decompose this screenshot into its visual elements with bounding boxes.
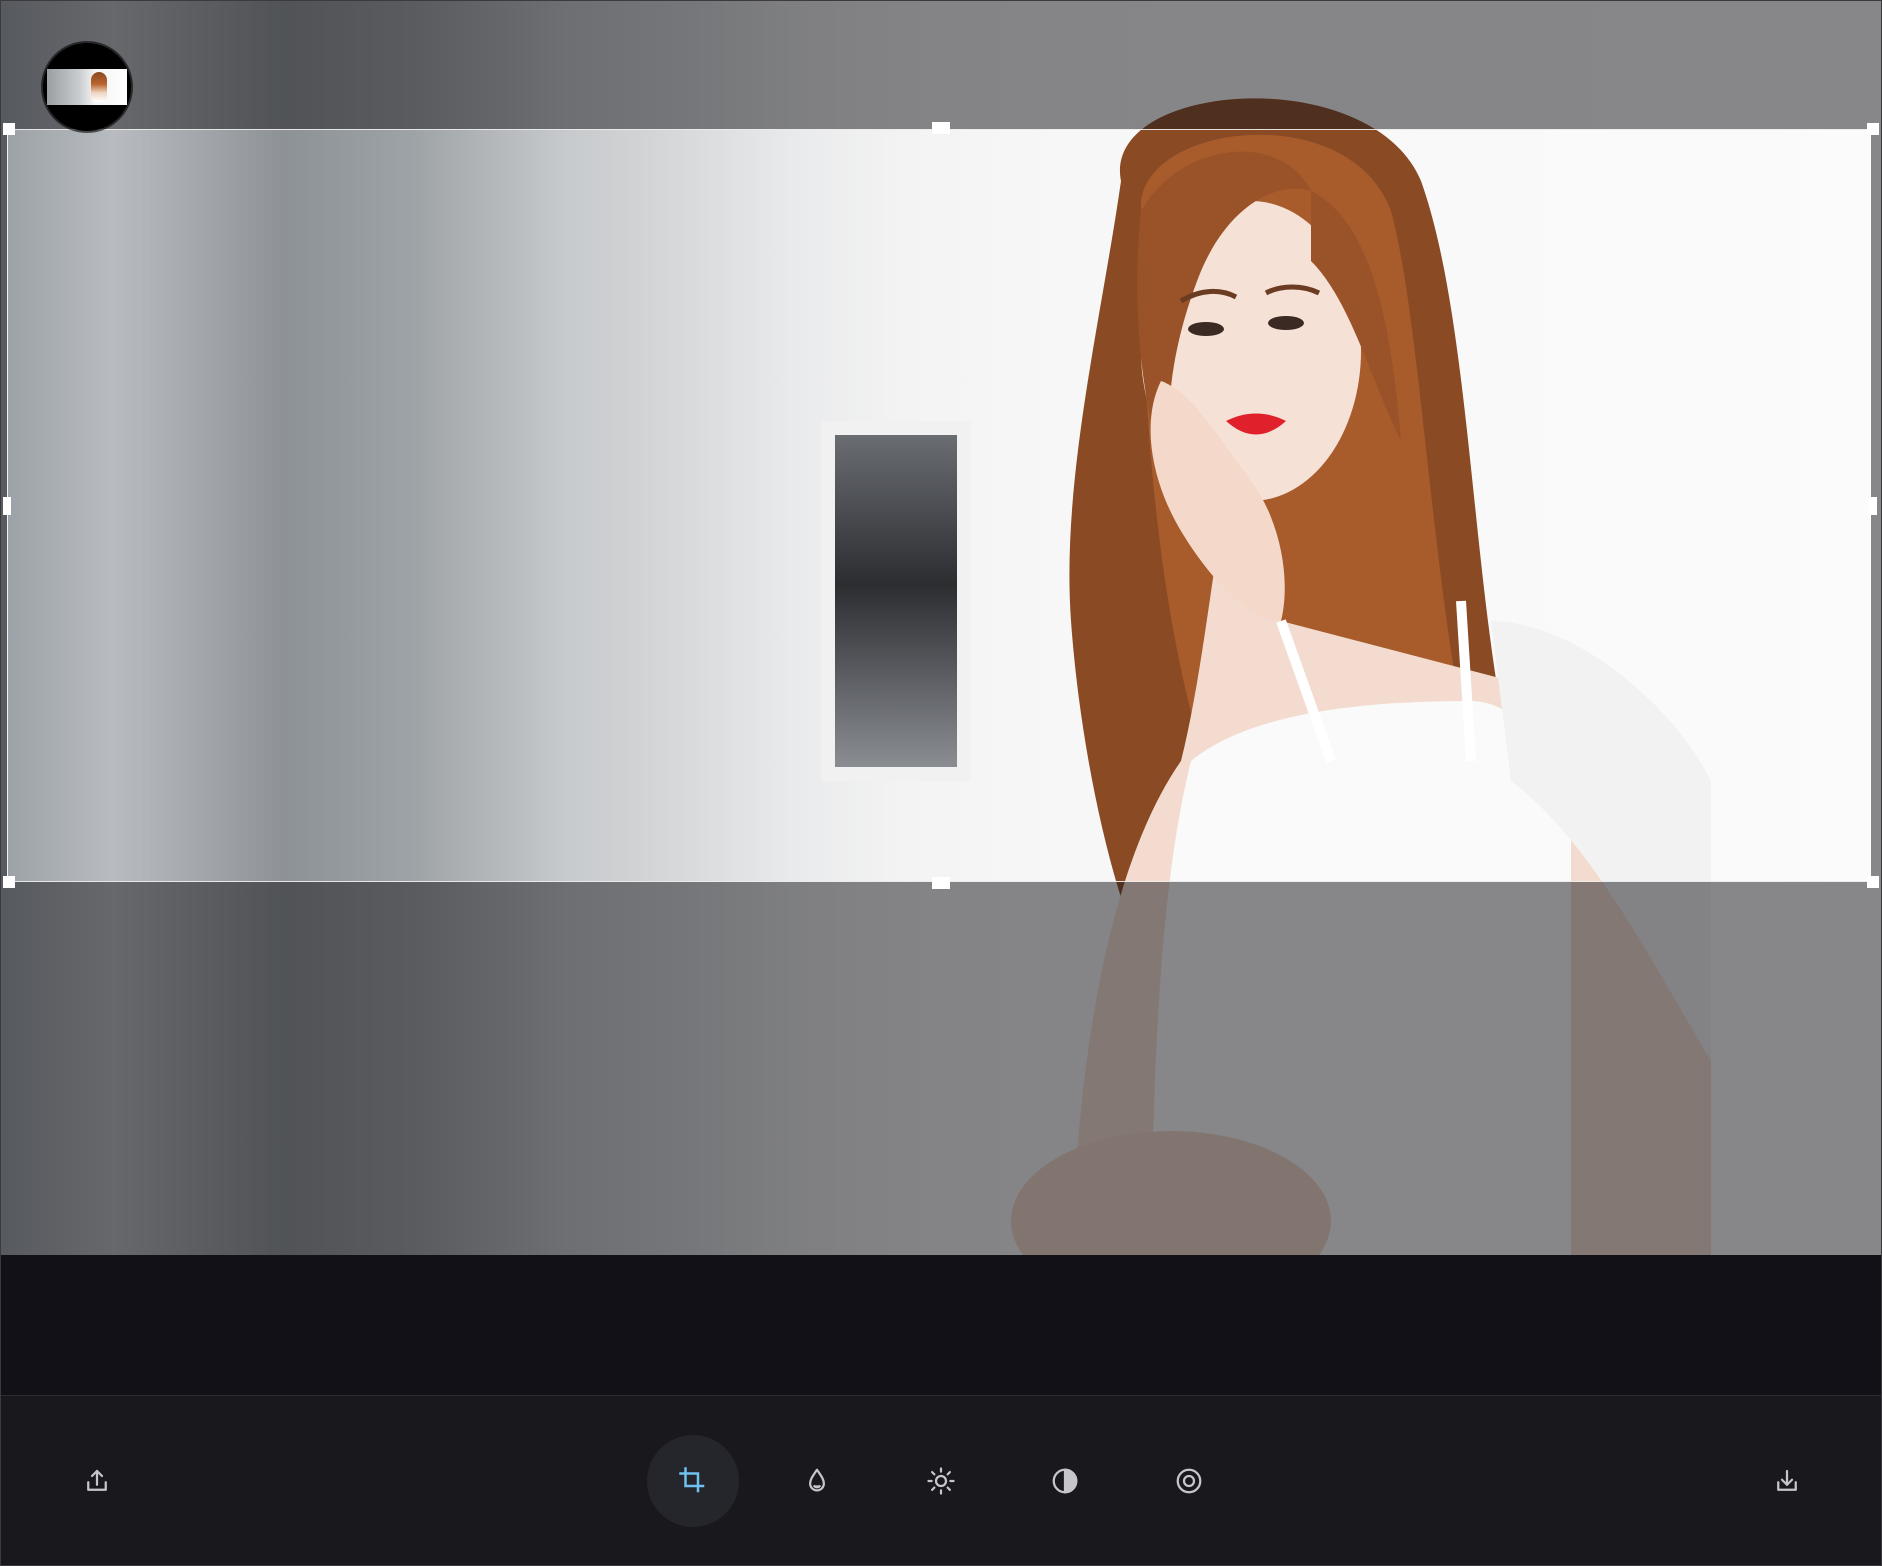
image-thumbnail[interactable]: [43, 43, 131, 131]
tool-color-button[interactable]: [771, 1435, 863, 1527]
crop-handle-bottom-left[interactable]: [3, 876, 15, 888]
sun-icon: [927, 1467, 955, 1495]
download-button[interactable]: [1763, 1457, 1811, 1505]
thumbnail-figure: [91, 72, 107, 102]
crop-handle-left[interactable]: [3, 497, 11, 515]
crop-icon: [679, 1467, 705, 1493]
tool-vignette-button[interactable]: [1143, 1435, 1235, 1527]
tool-contrast-button[interactable]: [1019, 1435, 1111, 1527]
crop-rectangle[interactable]: [7, 129, 1871, 882]
download-icon: [1777, 1469, 1797, 1491]
crop-handle-bottom-right[interactable]: [1867, 876, 1879, 888]
crop-shade-top: [1, 1, 1881, 130]
share-button[interactable]: [73, 1457, 121, 1505]
canvas-padding: [1, 1255, 1881, 1395]
vignette-icon: [1176, 1468, 1202, 1494]
thumbnail-preview: [47, 69, 127, 105]
droplet-icon: [809, 1468, 825, 1492]
tool-crop-button[interactable]: [647, 1435, 739, 1527]
photo-canvas[interactable]: [1, 1, 1881, 1255]
share-icon: [87, 1469, 107, 1491]
crop-handle-right[interactable]: [1869, 497, 1877, 515]
tool-brightness-button[interactable]: [895, 1435, 987, 1527]
crop-handle-top-right[interactable]: [1867, 123, 1879, 135]
contrast-icon: [1052, 1468, 1078, 1494]
photo-editor: [0, 0, 1882, 1566]
crop-handle-top[interactable]: [932, 122, 950, 134]
editor-toolbar: [1, 1395, 1881, 1565]
crop-shade-bottom: [1, 881, 1881, 1255]
crop-handle-bottom[interactable]: [932, 877, 950, 889]
crop-handle-top-left[interactable]: [3, 123, 15, 135]
